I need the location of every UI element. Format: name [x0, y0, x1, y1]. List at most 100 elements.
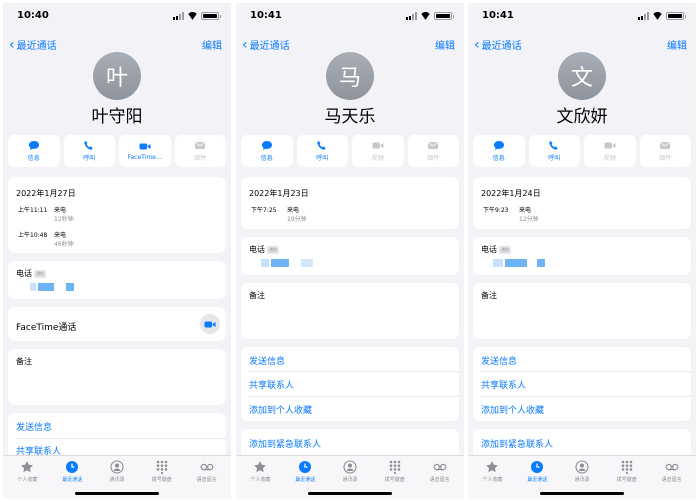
back-button[interactable]: ‹ 最近通话	[474, 36, 522, 53]
add-emergency-contact-link[interactable]: 添加到紧急联系人	[481, 437, 553, 450]
call-time: 上午11:11	[18, 207, 48, 214]
tab-voicemail[interactable]: 语音留言	[649, 456, 694, 499]
action-label: 视频	[371, 154, 384, 162]
message-button[interactable]: 信息	[8, 135, 60, 167]
add-emergency-contact-link[interactable]: 添加到紧急联系人	[249, 437, 321, 450]
back-button[interactable]: ‹ 最近通话	[242, 36, 290, 53]
keypad-icon	[620, 460, 634, 474]
phone-badge: 通信	[267, 245, 279, 254]
phone-label: 电话 通信	[481, 244, 511, 255]
tab-favorites[interactable]: 个人收藏	[238, 456, 283, 499]
video-button[interactable]: 视频	[352, 135, 404, 167]
contact-name: 文欣妍	[556, 107, 608, 127]
add-to-favorites-link[interactable]: 添加到个人收藏	[481, 403, 544, 416]
action-label: 邮件	[194, 154, 207, 162]
chevron-left-icon: ‹	[242, 36, 248, 53]
avatar: 文	[558, 52, 606, 100]
tab-favorites[interactable]: 个人收藏	[470, 456, 515, 499]
tab-voicemail[interactable]: 语音留言	[417, 456, 462, 499]
redacted-phone-number	[30, 283, 78, 291]
share-contact-link[interactable]: 共享联系人	[481, 378, 526, 391]
facetime-card[interactable]: FaceTime通话	[8, 307, 226, 341]
phone-badge: 通信	[34, 269, 46, 278]
tab-voicemail[interactable]: 语音留言	[184, 456, 229, 499]
call-button[interactable]: 呼叫	[296, 135, 348, 167]
call-date: 2022年1月23日	[249, 189, 309, 198]
phone-card[interactable]: 电话 通信	[8, 261, 226, 299]
message-icon	[28, 141, 40, 151]
add-to-favorites-link[interactable]: 添加到个人收藏	[249, 403, 312, 416]
mail-button[interactable]: 邮件	[639, 135, 691, 167]
facetime-video-button[interactable]	[200, 314, 220, 334]
phone-card[interactable]: 电话 通信	[473, 237, 691, 275]
call-time: 下午9:23	[483, 207, 509, 214]
action-label: 信息	[492, 154, 505, 162]
phone-badge: 通信	[499, 245, 511, 254]
video-button[interactable]: 视频	[584, 135, 636, 167]
call-date: 2022年1月27日	[16, 189, 76, 198]
message-icon	[261, 141, 273, 151]
call-history-card: 2022年1月27日 上午11:11 来电 12秒钟 上午10:48 来电 46秒钟	[8, 177, 226, 253]
send-message-link[interactable]: 发送信息	[481, 354, 517, 367]
tab-label: 通讯录	[574, 477, 590, 483]
tab-label: 最近通话	[295, 477, 316, 483]
home-indicator[interactable]	[540, 492, 624, 495]
action-label: 信息	[27, 154, 40, 162]
notes-card[interactable]: 备注	[241, 283, 459, 339]
message-button[interactable]: 信息	[241, 135, 293, 167]
notes-card[interactable]: 备注	[473, 283, 691, 339]
wifi-icon	[652, 12, 663, 20]
edit-button[interactable]: 编辑	[667, 37, 687, 52]
call-duration: 12秒钟	[54, 216, 74, 223]
contact-screen-1: 10:40 ‹ 最近通话 编辑 叶 叶守阳 信息 呼叫 FaceTime… 邮件…	[3, 3, 231, 499]
action-row: 信息 呼叫 视频 邮件	[241, 135, 459, 167]
person-icon	[575, 460, 589, 474]
share-contact-link[interactable]: 共享联系人	[249, 378, 294, 391]
home-indicator[interactable]	[308, 492, 392, 495]
mail-button[interactable]: 邮件	[174, 135, 226, 167]
star-icon	[20, 460, 34, 474]
status-time: 10:41	[482, 10, 514, 21]
mail-icon	[659, 141, 671, 151]
star-icon	[253, 460, 267, 474]
mail-button[interactable]: 邮件	[407, 135, 459, 167]
facetime-button[interactable]: FaceTime…	[119, 135, 171, 167]
send-message-link[interactable]: 发送信息	[16, 420, 52, 433]
tab-favorites[interactable]: 个人收藏	[5, 456, 50, 499]
call-entry: 下午7:25 来电 19分钟	[251, 205, 307, 223]
tab-label: 个人收藏	[482, 477, 503, 483]
phone-icon	[83, 141, 95, 151]
call-time: 上午10:48	[18, 232, 48, 239]
call-button[interactable]: 呼叫	[63, 135, 115, 167]
back-button[interactable]: ‹ 最近通话	[9, 37, 57, 53]
voicemail-icon	[200, 460, 214, 474]
phone-label: 电话 通信	[249, 244, 279, 255]
video-icon	[204, 319, 216, 329]
action-row: 信息 呼叫 FaceTime… 邮件	[8, 135, 226, 167]
notes-card[interactable]: 备注	[8, 349, 226, 405]
message-button[interactable]: 信息	[473, 135, 525, 167]
home-indicator[interactable]	[75, 492, 159, 495]
tab-label: 通讯录	[342, 477, 358, 483]
call-button[interactable]: 呼叫	[528, 135, 580, 167]
edit-button[interactable]: 编辑	[202, 37, 222, 52]
action-label: 视频	[603, 154, 616, 162]
edit-button[interactable]: 编辑	[435, 37, 455, 52]
person-icon	[110, 460, 124, 474]
tab-label: 个人收藏	[250, 477, 271, 483]
send-message-link[interactable]: 发送信息	[249, 354, 285, 367]
contact-screen-3: 10:41 ‹ 最近通话 编辑 文 文欣妍 信息 呼叫 视频 邮件 2022年1…	[468, 3, 696, 499]
keypad-icon	[155, 460, 169, 474]
status-bar: 10:40	[3, 3, 231, 29]
back-label: 最近通话	[16, 41, 57, 52]
notes-label: 备注	[481, 291, 497, 300]
tab-label: 拨号键盘	[151, 477, 172, 483]
phone-card[interactable]: 电话 通信	[241, 237, 459, 275]
tab-label: 语音留言	[196, 477, 217, 483]
battery-icon	[434, 12, 454, 20]
chevron-left-icon: ‹	[474, 36, 480, 53]
keypad-icon	[388, 460, 402, 474]
tab-label: 最近通话	[62, 477, 83, 483]
tab-label: 拨号键盘	[384, 477, 405, 483]
facetime-label: FaceTime通话	[16, 323, 77, 333]
